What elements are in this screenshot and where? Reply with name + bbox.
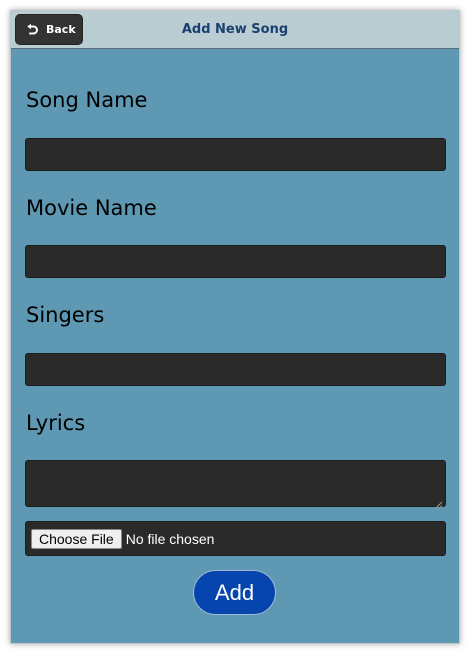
movie-name-input[interactable] [25, 245, 446, 278]
lyrics-textarea[interactable] [25, 460, 446, 510]
add-song-page: Back Add New Song Song Name Movie Name S… [10, 10, 460, 644]
file-status-text: No file chosen [125, 530, 215, 547]
back-arrow-icon [25, 23, 39, 37]
back-button-label: Back [46, 23, 76, 36]
resize-grip-icon[interactable] [434, 495, 443, 510]
lyrics-label: Lyrics [26, 411, 86, 435]
add-button[interactable]: Add [193, 570, 276, 615]
back-button[interactable]: Back [15, 14, 83, 45]
file-upload-field: Choose File No file chosen [25, 521, 446, 556]
choose-file-button[interactable]: Choose File [31, 528, 122, 549]
song-name-label: Song Name [26, 88, 148, 112]
song-name-input[interactable] [25, 138, 446, 171]
singers-input[interactable] [25, 353, 446, 386]
singers-label: Singers [26, 303, 105, 327]
header-bar: Back Add New Song [11, 11, 459, 49]
movie-name-label: Movie Name [26, 196, 157, 220]
